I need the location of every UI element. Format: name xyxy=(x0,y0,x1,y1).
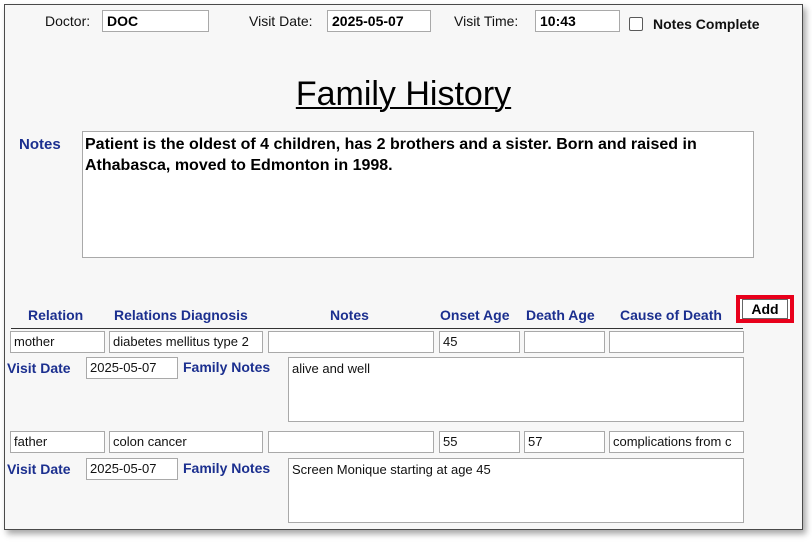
add-button-label: Add xyxy=(742,299,788,319)
page-title: Family History xyxy=(295,75,512,113)
column-header-notes: Notes xyxy=(330,307,369,323)
relation-notes-field[interactable] xyxy=(268,431,434,453)
family-notes-textarea[interactable]: alive and well xyxy=(288,357,744,422)
visit-time-field[interactable]: 10:43 xyxy=(535,10,620,32)
column-header-relation: Relation xyxy=(28,307,84,323)
relation-field[interactable]: mother xyxy=(10,331,105,353)
column-header-relations-diagnosis: Relations Diagnosis xyxy=(114,307,248,323)
header-divider xyxy=(11,328,743,329)
death-age-field[interactable] xyxy=(524,331,605,353)
diagnosis-field[interactable]: colon cancer xyxy=(109,431,263,453)
notes-complete-label: Notes Complete xyxy=(653,16,760,32)
family-notes-label: Family Notes xyxy=(183,359,271,375)
visit-time-label: Visit Time: xyxy=(454,13,519,29)
row-visit-date-field[interactable]: 2025-05-07 xyxy=(86,458,178,480)
column-header-death-age: Death Age xyxy=(526,307,595,323)
row-visit-date-label: Visit Date xyxy=(7,461,71,477)
add-button[interactable]: Add xyxy=(736,295,794,323)
notes-textarea[interactable]: Patient is the oldest of 4 children, has… xyxy=(82,131,754,258)
doctor-label: Doctor: xyxy=(45,13,91,29)
visit-date-field[interactable]: 2025-05-07 xyxy=(327,10,431,32)
cause-of-death-field[interactable] xyxy=(609,331,744,353)
visit-date-label: Visit Date: xyxy=(249,13,313,29)
death-age-field[interactable]: 57 xyxy=(524,431,605,453)
family-notes-label: Family Notes xyxy=(183,460,271,476)
column-header-onset-age: Onset Age xyxy=(440,307,510,323)
relation-notes-field[interactable] xyxy=(268,331,434,353)
row-visit-date-label: Visit Date xyxy=(7,360,71,376)
notes-complete-checkbox[interactable] xyxy=(629,17,643,31)
notes-label: Notes xyxy=(19,136,61,153)
onset-age-field[interactable]: 45 xyxy=(439,331,520,353)
doctor-field[interactable]: DOC xyxy=(102,10,209,32)
relation-field[interactable]: father xyxy=(10,431,105,453)
column-header-cause-of-death: Cause of Death xyxy=(620,307,722,323)
onset-age-field[interactable]: 55 xyxy=(439,431,520,453)
family-notes-textarea[interactable]: Screen Monique starting at age 45 xyxy=(288,458,744,523)
cause-of-death-field[interactable]: complications from c xyxy=(609,431,744,453)
diagnosis-field[interactable]: diabetes mellitus type 2 xyxy=(109,331,263,353)
family-history-panel: Doctor: DOC Visit Date: 2025-05-07 Visit… xyxy=(4,4,803,530)
row-visit-date-field[interactable]: 2025-05-07 xyxy=(86,357,178,379)
